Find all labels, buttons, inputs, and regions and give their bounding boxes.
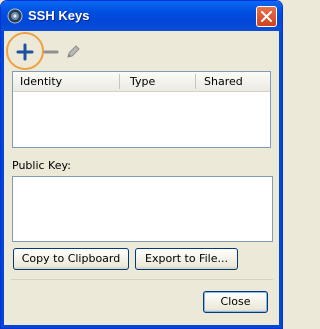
edit-key-button[interactable] bbox=[64, 43, 82, 61]
close-button[interactable]: Close bbox=[203, 291, 268, 313]
divider bbox=[11, 279, 273, 280]
column-separator[interactable] bbox=[195, 74, 196, 89]
title-bar[interactable]: SSH Keys bbox=[1, 1, 282, 31]
window-border-left bbox=[1, 31, 4, 328]
public-key-field[interactable] bbox=[12, 176, 273, 242]
copy-to-clipboard-button[interactable]: Copy to Clipboard bbox=[13, 248, 129, 270]
remove-key-button[interactable] bbox=[42, 43, 60, 61]
table-header: Identity Type Shared bbox=[13, 72, 270, 92]
column-identity[interactable]: Identity bbox=[20, 75, 62, 88]
column-type[interactable]: Type bbox=[130, 75, 155, 88]
ssh-app-icon bbox=[7, 8, 23, 24]
column-separator[interactable] bbox=[119, 74, 120, 89]
close-window-button[interactable] bbox=[256, 6, 277, 27]
minus-icon bbox=[43, 50, 59, 54]
plus-icon bbox=[16, 43, 34, 61]
public-key-label: Public Key: bbox=[12, 159, 71, 172]
export-to-file-button[interactable]: Export to File... bbox=[135, 248, 238, 270]
keys-table[interactable]: Identity Type Shared bbox=[12, 71, 271, 148]
window-border-right bbox=[279, 31, 282, 328]
window-border-bottom bbox=[1, 325, 282, 328]
table-body[interactable] bbox=[13, 91, 270, 147]
column-shared[interactable]: Shared bbox=[204, 75, 243, 88]
pencil-icon bbox=[67, 45, 80, 58]
window-title: SSH Keys bbox=[28, 8, 90, 23]
close-icon bbox=[261, 11, 272, 22]
add-key-button[interactable] bbox=[16, 43, 34, 61]
ssh-keys-dialog: SSH Keys Identity Type Shared Public Key… bbox=[0, 0, 283, 329]
